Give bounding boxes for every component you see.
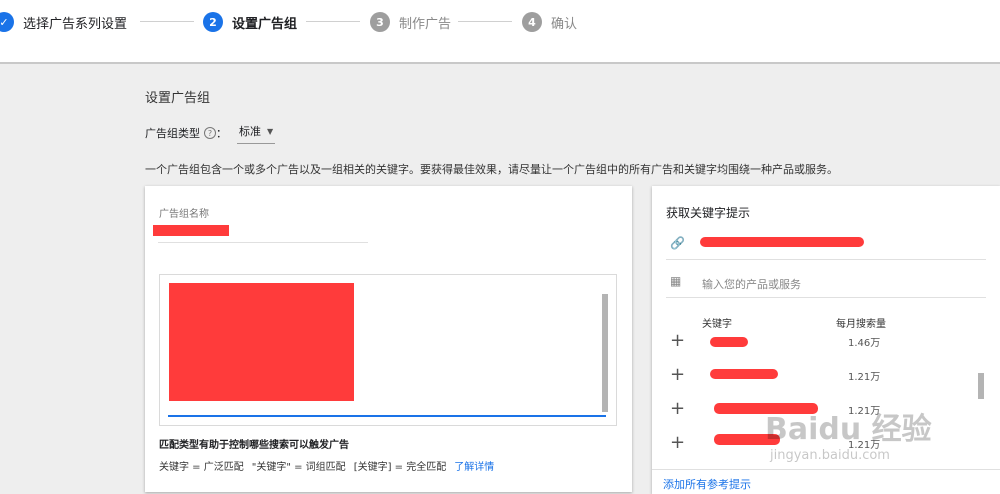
link-icon: 🔗 <box>670 236 685 250</box>
keywords-content <box>169 283 354 401</box>
step-1-label: 选择广告系列设置 <box>23 16 128 32</box>
monthly-volume: 1.46万 <box>848 338 881 349</box>
ad-group-card: 广告组名称 匹配类型有助于控制哪些搜索可以触发广告 关键字 = 广泛匹配 "关键… <box>145 186 632 492</box>
match-type-title: 匹配类型有助于控制哪些搜索可以触发广告 <box>159 440 349 451</box>
keyword-ideas-title: 获取关键字提示 <box>666 206 751 220</box>
keyword-text <box>710 369 778 379</box>
step-3-number: 3 <box>370 12 390 32</box>
step-divider <box>306 21 360 22</box>
monthly-volume: 1.21万 <box>848 372 881 383</box>
step-4-label: 确认 <box>551 16 578 32</box>
ad-group-name-input[interactable] <box>153 225 229 236</box>
ad-group-type-select[interactable]: 标准 ▼ <box>237 122 276 144</box>
step-divider <box>458 21 512 22</box>
step-1[interactable]: ✓ 选择广告系列设置 <box>0 11 127 33</box>
type-separator: ： <box>216 127 227 140</box>
match-exact: [关键字] = 完全匹配 <box>353 462 447 473</box>
add-icon[interactable]: + <box>670 434 685 452</box>
keywords-textarea[interactable] <box>159 274 617 426</box>
watermark-url: jingyan.baidu.com <box>770 448 890 463</box>
add-all-suggestions-link[interactable]: 添加所有参考提示 <box>663 476 751 492</box>
match-phrase: "关键字" = 词组匹配 <box>251 462 346 473</box>
page-title: 设置广告组 <box>145 91 211 106</box>
keyword-list-scrollbar[interactable] <box>978 373 984 399</box>
footer-divider <box>652 469 1000 470</box>
match-type-description: 关键字 = 广泛匹配 "关键字" = 词组匹配 [关键字] = 完全匹配 了解详… <box>159 458 494 473</box>
watermark-logo: Baidu 经验 <box>765 412 932 447</box>
product-placeholder: 输入您的产品或服务 <box>702 278 801 291</box>
keyword-row: + 1.46万 <box>666 332 986 362</box>
keywords-scrollbar[interactable] <box>602 294 608 412</box>
step-4[interactable]: 4 确认 <box>522 11 577 33</box>
product-input[interactable]: ▦ 输入您的产品或服务 <box>666 268 986 298</box>
learn-more-link[interactable]: 了解详情 <box>454 458 494 473</box>
caret-down-icon: ▼ <box>267 126 274 136</box>
ad-group-type-row: 广告组类型 ? ： 标准 ▼ <box>145 122 276 144</box>
keywords-focus-underline <box>168 415 606 417</box>
ad-group-type-value: 标准 <box>239 125 261 138</box>
add-icon[interactable]: + <box>670 332 685 350</box>
column-keyword: 关键字 <box>702 319 732 330</box>
ad-group-type-label: 广告组类型 <box>145 127 200 140</box>
step-3-label: 制作广告 <box>399 16 452 32</box>
url-value <box>700 237 864 247</box>
check-icon: ✓ <box>0 12 14 32</box>
step-2-number: 2 <box>203 12 223 32</box>
keyword-text <box>710 337 748 347</box>
step-2-label: 设置广告组 <box>232 16 298 32</box>
match-broad: 关键字 = 广泛匹配 <box>159 462 244 473</box>
step-2[interactable]: 2 设置广告组 <box>203 11 297 33</box>
add-icon[interactable]: + <box>670 400 685 418</box>
step-4-number: 4 <box>522 12 542 32</box>
ad-group-name-underline <box>158 242 368 243</box>
url-input[interactable]: 🔗 <box>666 230 986 260</box>
help-icon[interactable]: ? <box>204 127 216 139</box>
column-monthly-volume: 每月搜索量 <box>836 319 886 330</box>
ad-group-description: 一个广告组包含一个或多个广告以及一组相关的关键字。要获得最佳效果，请尽量让一个广… <box>145 163 838 176</box>
stepper-header: ✓ 选择广告系列设置 2 设置广告组 3 制作广告 4 确认 <box>0 0 1000 64</box>
add-icon[interactable]: + <box>670 366 685 384</box>
keyword-row: + 1.21万 <box>666 366 986 396</box>
step-3[interactable]: 3 制作广告 <box>370 11 451 33</box>
step-divider <box>140 21 194 22</box>
building-icon: ▦ <box>670 274 682 288</box>
ad-group-name-label: 广告组名称 <box>159 209 209 220</box>
